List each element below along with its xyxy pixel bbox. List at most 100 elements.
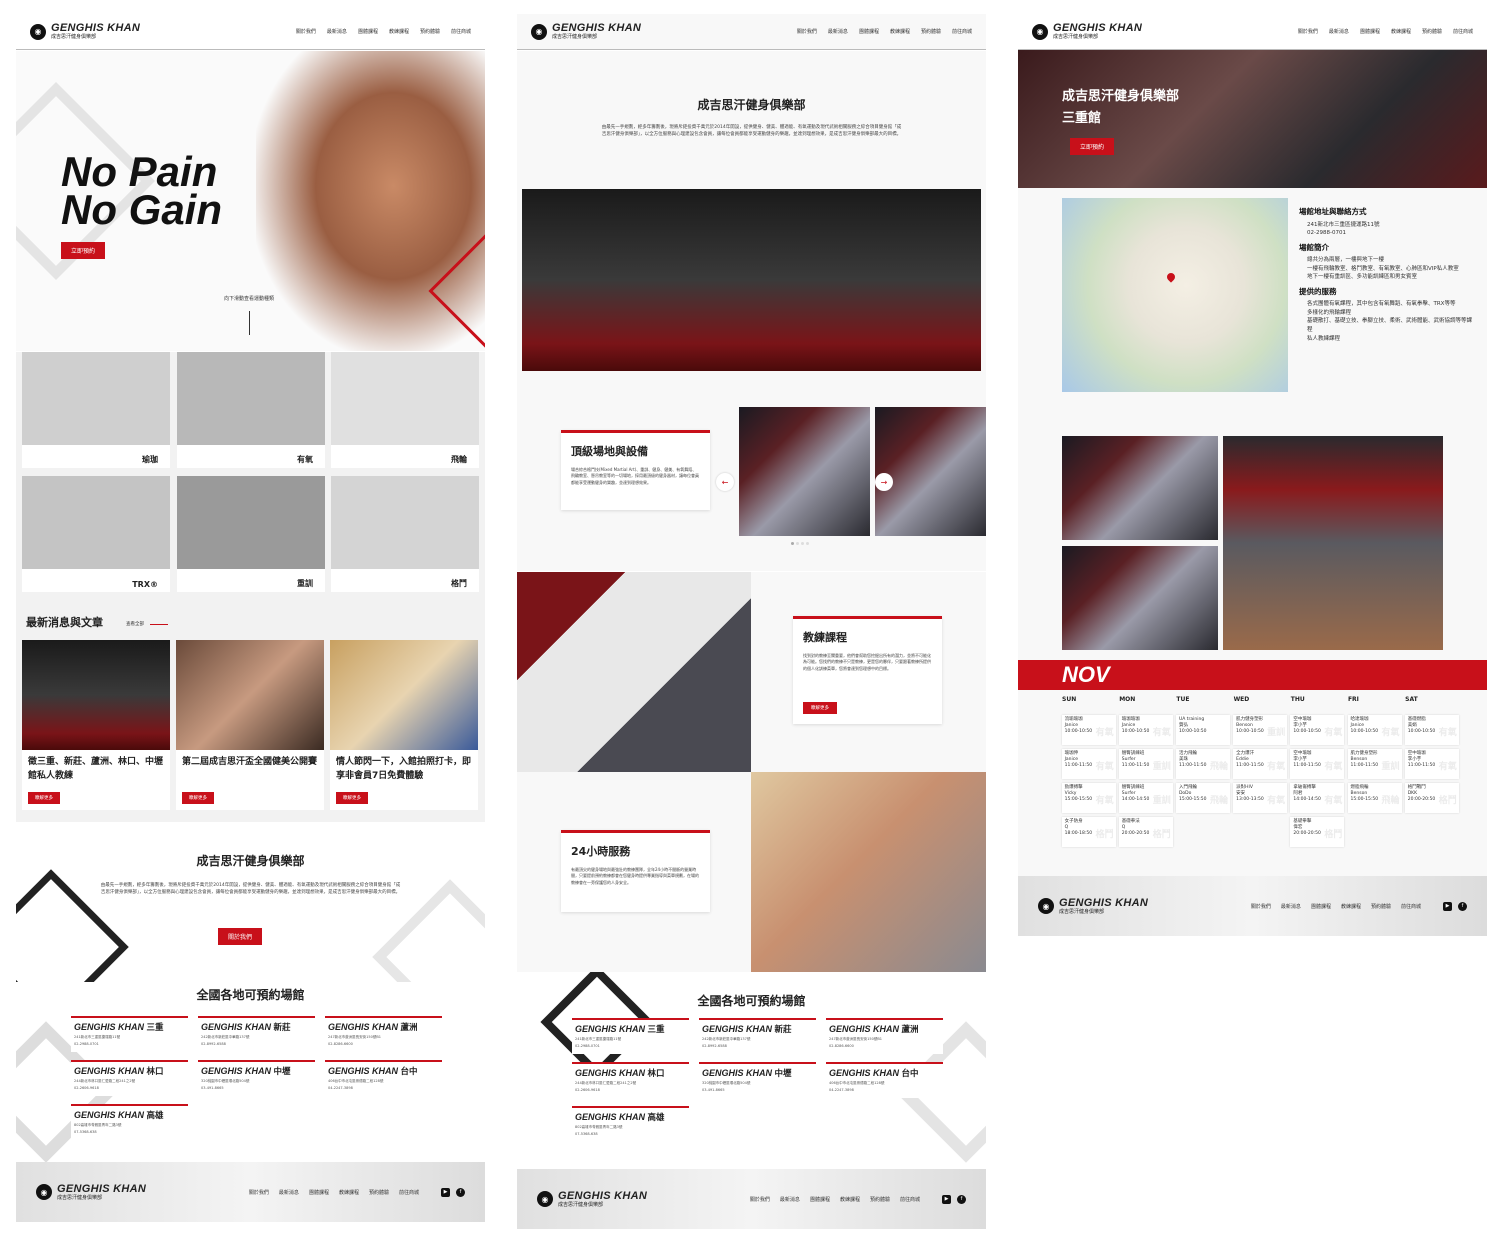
calendar-class-cell[interactable]: 有氧 瑜珈伸 Janice 11:00-11:50 <box>1061 749 1116 779</box>
location-card[interactable]: GENGHIS KHAN 蘆洲 247新北市蘆洲區長安街150號B1 02-8286… <box>325 1016 442 1052</box>
calendar-class-cell[interactable]: 有氧 派對HIV 安安 13:00-13:50 <box>1233 783 1288 813</box>
calendar-class-cell[interactable]: 有氧 勁爆搏擊 Vicky 15:00-15:50 <box>1061 783 1116 813</box>
location-card[interactable]: GENGHIS KHAN 中壢 320桃園市中壢區環北路504號 03-491-86… <box>699 1062 816 1098</box>
footer-nav-coach-classes[interactable]: 教練課程 <box>840 1196 860 1203</box>
calendar-class-cell[interactable]: 重訓 翹臀訓練班 Surfer 11:00-11:50 <box>1118 749 1173 779</box>
facebook-icon[interactable]: f <box>456 1187 465 1197</box>
news-learn-more-button[interactable]: 瞭解更多 <box>182 792 214 804</box>
location-card[interactable]: GENGHIS KHAN 高雄 802高雄市苓雅區青年二路3號 07-5368-63… <box>71 1104 188 1140</box>
news-learn-more-button[interactable]: 瞭解更多 <box>28 792 60 804</box>
carousel-prev-arrow-icon[interactable]: ← <box>716 473 734 491</box>
nav-book-trial[interactable]: 預約體驗 <box>1422 28 1442 35</box>
class-card-aerobic[interactable]: 有氧 <box>177 352 325 468</box>
youtube-icon[interactable]: ▶ <box>441 1187 450 1197</box>
nav-news[interactable]: 最新消息 <box>1329 28 1349 35</box>
footer-nav-group-classes[interactable]: 團體課程 <box>309 1189 329 1196</box>
calendar-class-cell[interactable]: 有氧 哈達瑜珈 Janice 10:00-10:50 <box>1347 715 1402 745</box>
class-card-spinning[interactable]: 飛輪 <box>331 352 479 468</box>
calendar-class-cell[interactable]: 飛輪 燃脂飛輪 Benson 15:00-15:50 <box>1347 783 1402 813</box>
location-card[interactable]: GENGHIS KHAN 三重 241新北市三重區捷運路11號 02-2988-07… <box>572 1018 689 1054</box>
logo[interactable]: ◉ GENGHIS KHAN 成吉思汗健身俱樂部 <box>1032 23 1142 40</box>
facebook-icon[interactable]: f <box>1458 901 1467 911</box>
youtube-icon[interactable]: ▶ <box>942 1194 951 1204</box>
location-card[interactable]: GENGHIS KHAN 林口 244新北市林口區仁愛路二段241之2號 02-26… <box>572 1062 689 1098</box>
nav-shop[interactable]: 前往商城 <box>952 28 972 35</box>
location-card[interactable]: GENGHIS KHAN 中壢 320桃園市中壢區環北路504號 03-491-86… <box>198 1060 315 1096</box>
footer-nav-coach-classes[interactable]: 教練課程 <box>339 1189 359 1196</box>
nav-group-classes[interactable]: 團體課程 <box>358 28 378 35</box>
class-card-weight[interactable]: 重訓 <box>177 476 325 592</box>
calendar-class-cell[interactable]: 飛輪 活力飛輪 美珠 11:00-11:50 <box>1175 749 1230 779</box>
footer-logo[interactable]: ◉ GENGHIS KHAN 成吉思汗健身俱樂部 <box>36 1183 146 1201</box>
calendar-class-cell[interactable]: 飛輪 入門飛輪 DoDo 15:00-15:50 <box>1175 783 1230 813</box>
location-card[interactable]: GENGHIS KHAN 高雄 802高雄市苓雅區青年二路3號 07-5368-63… <box>572 1106 689 1142</box>
nav-book-trial[interactable]: 預約體驗 <box>420 28 440 35</box>
news-card-3[interactable]: 情人節閃一下，入館拍照打卡，即享非會員7日免費體驗 瞭解更多 <box>330 640 478 810</box>
location-card[interactable]: GENGHIS KHAN 蘆洲 247新北市蘆洲區長安街150號B1 02-8286… <box>826 1018 943 1054</box>
news-view-all-link[interactable]: 查看全部 <box>126 621 168 627</box>
about-us-button[interactable]: 關於我們 <box>218 928 263 945</box>
hero-book-button[interactable]: 立即預約 <box>61 242 106 259</box>
branch-map[interactable] <box>1062 198 1288 392</box>
nav-news[interactable]: 最新消息 <box>327 28 347 35</box>
footer-nav-group-classes[interactable]: 團體課程 <box>1311 903 1331 910</box>
nav-coach-classes[interactable]: 教練課程 <box>890 28 910 35</box>
location-card[interactable]: GENGHIS KHAN 新莊 242新北市新莊區中華路137號 02-8992-6… <box>198 1016 315 1052</box>
calendar-class-cell[interactable]: 格鬥 基礎拳擊 偉宏 20:00-20:50 <box>1290 817 1345 847</box>
footer-logo[interactable]: ◉ GENGHIS KHAN 成吉思汗健身俱樂部 <box>537 1190 647 1208</box>
class-card-combat[interactable]: 格鬥 <box>331 476 479 592</box>
class-card-yoga[interactable]: 瑜珈 <box>22 352 170 468</box>
news-card-2[interactable]: 第二屆成吉思汗盃全國健美公開賽 瞭解更多 <box>176 640 324 810</box>
footer-nav-book-trial[interactable]: 預約體驗 <box>369 1189 389 1196</box>
footer-logo[interactable]: ◉ GENGHIS KHAN 成吉思汗健身俱樂部 <box>1038 897 1148 915</box>
coach-learn-more-button[interactable]: 瞭解更多 <box>803 702 837 714</box>
footer-nav-coach-classes[interactable]: 教練課程 <box>1341 903 1361 910</box>
location-card[interactable]: GENGHIS KHAN 林口 244新北市林口區仁愛路二段241之2號 02-26… <box>71 1060 188 1096</box>
location-card[interactable]: GENGHIS KHAN 三重 241新北市三重區捷運路11號 02-2988-07… <box>71 1016 188 1052</box>
nav-shop[interactable]: 前往商城 <box>1453 28 1473 35</box>
class-card-trx[interactable]: TRX® <box>22 476 170 592</box>
calendar-class-cell[interactable]: 有氧 空中瑜珈 李小芋 10:00-10:50 <box>1290 715 1345 745</box>
footer-nav-news[interactable]: 最新消息 <box>780 1196 800 1203</box>
nav-news[interactable]: 最新消息 <box>828 28 848 35</box>
logo[interactable]: ◉ GENGHIS KHAN 成吉思汗健身俱樂部 <box>30 23 140 40</box>
youtube-icon[interactable]: ▶ <box>1443 901 1452 911</box>
calendar-class-cell[interactable]: 有氧 空中瑜珈 李小芋 11:00-11:50 <box>1290 749 1345 779</box>
footer-nav-group-classes[interactable]: 團體課程 <box>810 1196 830 1203</box>
nav-about[interactable]: 關於我們 <box>797 28 817 35</box>
location-card[interactable]: GENGHIS KHAN 新莊 242新北市新莊區中華路137號 02-8992-6… <box>699 1018 816 1054</box>
news-card-1[interactable]: 徵三重、新莊、蘆洲、林口、中壢館私人教練 瞭解更多 <box>22 640 170 810</box>
carousel-next-arrow-icon[interactable]: → <box>875 473 893 491</box>
carousel-dot[interactable] <box>801 542 804 545</box>
nav-shop[interactable]: 前往商城 <box>451 28 471 35</box>
facebook-icon[interactable]: f <box>957 1194 966 1204</box>
footer-nav-book-trial[interactable]: 預約體驗 <box>1371 903 1391 910</box>
location-card[interactable]: GENGHIS KHAN 台中 406台中市北屯區崇德路二段128號 04-2247… <box>826 1062 943 1098</box>
calendar-class-cell[interactable]: UA training 賀弘 10:00-10:50 <box>1175 715 1230 745</box>
footer-nav-news[interactable]: 最新消息 <box>1281 903 1301 910</box>
nav-about[interactable]: 關於我們 <box>296 28 316 35</box>
carousel-dot[interactable] <box>796 542 799 545</box>
calendar-class-cell[interactable]: 有氧 全力爆汗 Eddie 11:00-11:50 <box>1233 749 1288 779</box>
footer-nav-about[interactable]: 關於我們 <box>750 1196 770 1203</box>
calendar-class-cell[interactable]: 重訓 翹臀訓練班 Surfer 14:00-14:50 <box>1118 783 1173 813</box>
footer-nav-shop[interactable]: 前往商城 <box>900 1196 920 1203</box>
news-learn-more-button[interactable]: 瞭解更多 <box>336 792 368 804</box>
footer-nav-about[interactable]: 關於我們 <box>249 1189 269 1196</box>
branch-book-button[interactable]: 立即預約 <box>1070 138 1115 155</box>
calendar-class-cell[interactable]: 格鬥 女子防身 Q 18:00-18:50 <box>1061 817 1116 847</box>
nav-coach-classes[interactable]: 教練課程 <box>1391 28 1411 35</box>
nav-about[interactable]: 關於我們 <box>1298 28 1318 35</box>
calendar-class-cell[interactable]: 重訓 肌力健身塑形 Benson 10:00-10:50 <box>1233 715 1288 745</box>
calendar-class-cell[interactable]: 格鬥 格鬥戰鬥 DKK 20:00-20:50 <box>1404 783 1459 813</box>
carousel-dot[interactable] <box>806 542 809 545</box>
footer-nav-book-trial[interactable]: 預約體驗 <box>870 1196 890 1203</box>
nav-group-classes[interactable]: 團體課程 <box>859 28 879 35</box>
nav-book-trial[interactable]: 預約體驗 <box>921 28 941 35</box>
location-card[interactable]: GENGHIS KHAN 台中 406台中市北屯區崇德路二段128號 04-2247… <box>325 1060 442 1096</box>
footer-nav-about[interactable]: 關於我們 <box>1251 903 1271 910</box>
calendar-class-cell[interactable]: 有氧 基礎燃脂 美娟 10:00-10:50 <box>1404 715 1459 745</box>
nav-coach-classes[interactable]: 教練課程 <box>389 28 409 35</box>
calendar-class-cell[interactable]: 有氧 空中瑜珈 李小芋 11:00-11:50 <box>1404 749 1459 779</box>
logo[interactable]: ◉ GENGHIS KHAN 成吉思汗健身俱樂部 <box>531 23 641 40</box>
